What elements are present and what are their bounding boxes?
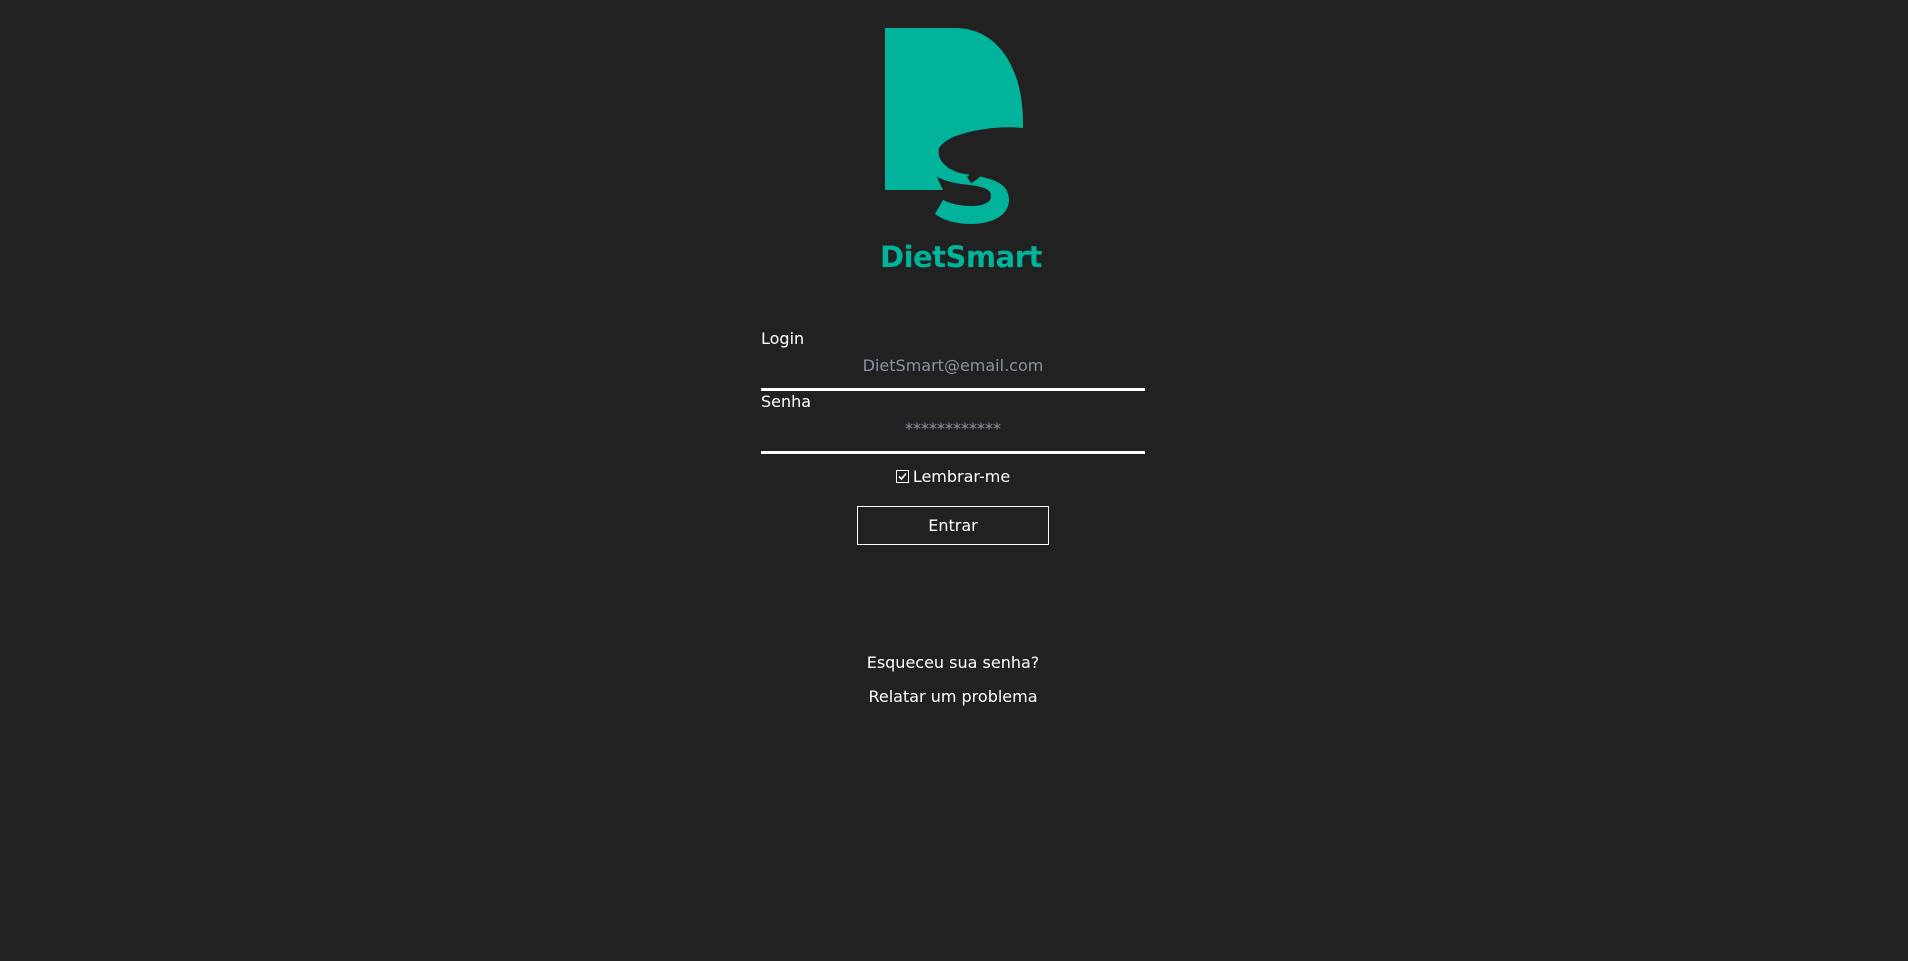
remember-me-checkbox[interactable] [895,470,909,483]
password-field-wrapper [761,413,1145,454]
brand-logo: DietSmart [880,28,1042,282]
brand-name: DietSmart [880,240,1042,274]
login-form: Login Senha Lembrar-me [761,328,1145,486]
checkmark-icon [898,472,907,481]
remember-me-label: Lembrar-me [912,467,1011,486]
login-input[interactable] [761,350,1145,388]
login-field-wrapper [761,350,1145,391]
login-page: DietSmart Login Senha Lembrar-me Entrar … [0,0,1908,961]
remember-me[interactable]: Lembrar-me [761,466,1145,488]
password-field-group: Senha [761,391,1145,454]
forgot-password-link[interactable]: Esqueceu sua senha? [800,652,1106,674]
login-button[interactable]: Entrar [857,506,1049,545]
dietsmart-logo-icon [885,28,1023,224]
password-label: Senha [761,392,812,411]
report-problem-link[interactable]: Relatar um problema [800,686,1106,708]
login-label: Login [761,329,805,348]
password-input[interactable] [761,413,1145,451]
login-field-group: Login [761,328,1145,391]
